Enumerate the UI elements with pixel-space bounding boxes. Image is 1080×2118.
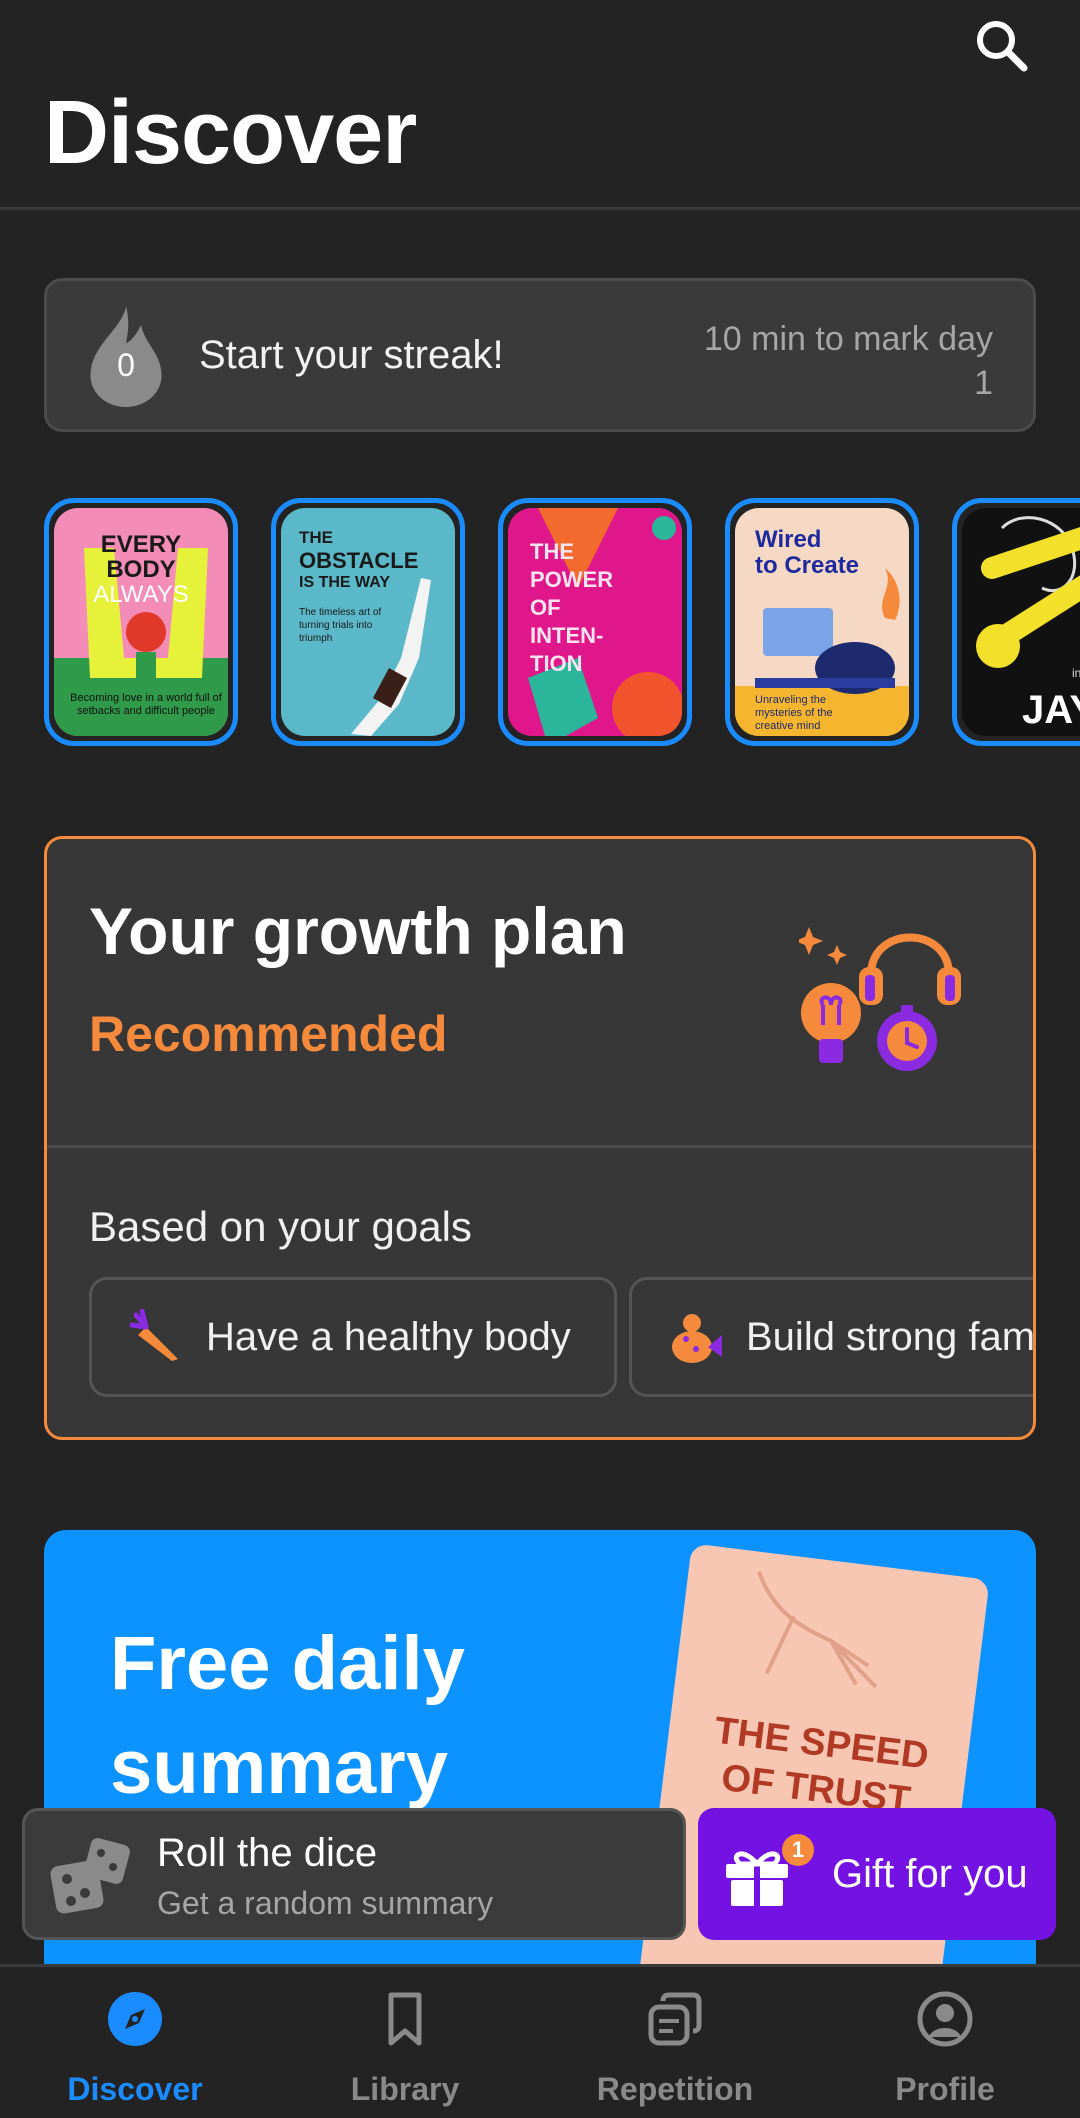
cover-title-line: to Create <box>755 552 860 579</box>
goal-chip[interactable]: Build strong family <box>629 1277 1036 1397</box>
profile-icon <box>917 1991 973 2047</box>
story-cover[interactable]: in A JAY <box>952 498 1080 746</box>
cards-icon <box>648 1992 702 2046</box>
cover-title-line: THE <box>299 528 333 547</box>
streak-title: Start your streak! <box>199 333 504 377</box>
tab-label: Discover <box>67 2071 203 2107</box>
cover-title-line: ALWAYS <box>93 581 189 608</box>
cover-title-line: THE <box>530 539 574 564</box>
search-icon <box>977 21 1028 72</box>
search-button[interactable] <box>968 12 1036 80</box>
plan-divider <box>47 1145 1033 1148</box>
goal-label: Have a healthy body <box>206 1314 571 1359</box>
cover-title-line: TION <box>530 651 583 676</box>
tab-label: Profile <box>895 2071 995 2107</box>
growth-plan-card[interactable]: Your growth plan Recommended Based on yo… <box>44 836 1036 1440</box>
story-cover[interactable]: Wired to Create Unraveling the mysteries… <box>725 498 919 746</box>
promo-book-cover: THE SPEED OF TRUST <box>638 1543 990 2017</box>
goal-chip[interactable]: Have a healthy body <box>89 1277 617 1397</box>
cover-subtitle: in A <box>1072 666 1080 680</box>
cover-subtitle: The timeless art of turning trials into … <box>299 607 382 644</box>
story-covers: EVERY BODY ALWAYS Becoming love in a wor… <box>44 498 1080 748</box>
gift-button[interactable]: 1 Gift for you <box>698 1808 1056 1940</box>
cover-subtitle: Unraveling the mysteries of the creative… <box>755 694 833 732</box>
bookmark-icon <box>388 1992 422 2046</box>
promo-title: Free daily summary <box>110 1621 465 1810</box>
compass-icon <box>108 1992 162 2046</box>
tab-profile[interactable]: Profile <box>810 1967 1080 2118</box>
story-cover[interactable]: THE OBSTACLE IS THE WAY The timeless art… <box>271 498 465 746</box>
dice-subtitle: Get a random summary <box>157 1885 494 1921</box>
story-cover[interactable]: EVERY BODY ALWAYS Becoming love in a wor… <box>44 498 238 746</box>
cover-title-line: OF <box>530 595 561 620</box>
dice-title: Roll the dice <box>157 1831 378 1875</box>
cover-title-line: INTEN- <box>530 623 604 648</box>
growth-plan-illustration <box>799 927 961 1071</box>
plan-title: Your growth plan <box>89 894 627 968</box>
streak-card[interactable]: 0 Start your streak! 10 min to mark day … <box>44 278 1036 432</box>
carrot-icon <box>129 1309 178 1361</box>
tab-discover[interactable]: Discover <box>0 1967 270 2118</box>
cover-title-line: JAY <box>1022 688 1080 732</box>
cover-title-line: IS THE WAY <box>299 574 390 591</box>
tab-repetition[interactable]: Repetition <box>540 1967 810 2118</box>
goals-title: Based on your goals <box>89 1203 472 1250</box>
gift-label: Gift for you <box>832 1852 1028 1896</box>
header: Discover <box>0 0 1080 210</box>
goal-label: Build strong family <box>746 1314 1036 1359</box>
roll-the-dice-button[interactable]: Roll the dice Get a random summary <box>22 1808 686 1940</box>
gift-badge: 1 <box>782 1834 814 1866</box>
tab-library[interactable]: Library <box>270 1967 540 2118</box>
bottom-tab-bar: Discover Library Repetition Profile <box>0 1964 1080 2118</box>
cover-title-line: BODY <box>106 556 176 583</box>
streak-count: 0 <box>117 347 135 383</box>
tab-label: Library <box>350 2071 460 2107</box>
cover-subtitle: Becoming love in a world full of setback… <box>70 692 222 717</box>
page-title: Discover <box>44 83 417 183</box>
cover-title-line: OBSTACLE <box>299 548 419 573</box>
story-cover[interactable]: THE POWER OF INTEN- TION <box>498 498 692 746</box>
cover-title-line: POWER <box>530 567 614 592</box>
cover-title-line: EVERY <box>100 531 182 558</box>
family-icon <box>672 1314 722 1363</box>
dice-icon <box>50 1838 130 1914</box>
plan-subtitle: Recommended <box>89 1006 448 1062</box>
streak-note: 10 min to mark day 1 <box>703 320 993 402</box>
cover-title-line: Wired <box>755 526 822 553</box>
tab-label: Repetition <box>596 2071 754 2107</box>
